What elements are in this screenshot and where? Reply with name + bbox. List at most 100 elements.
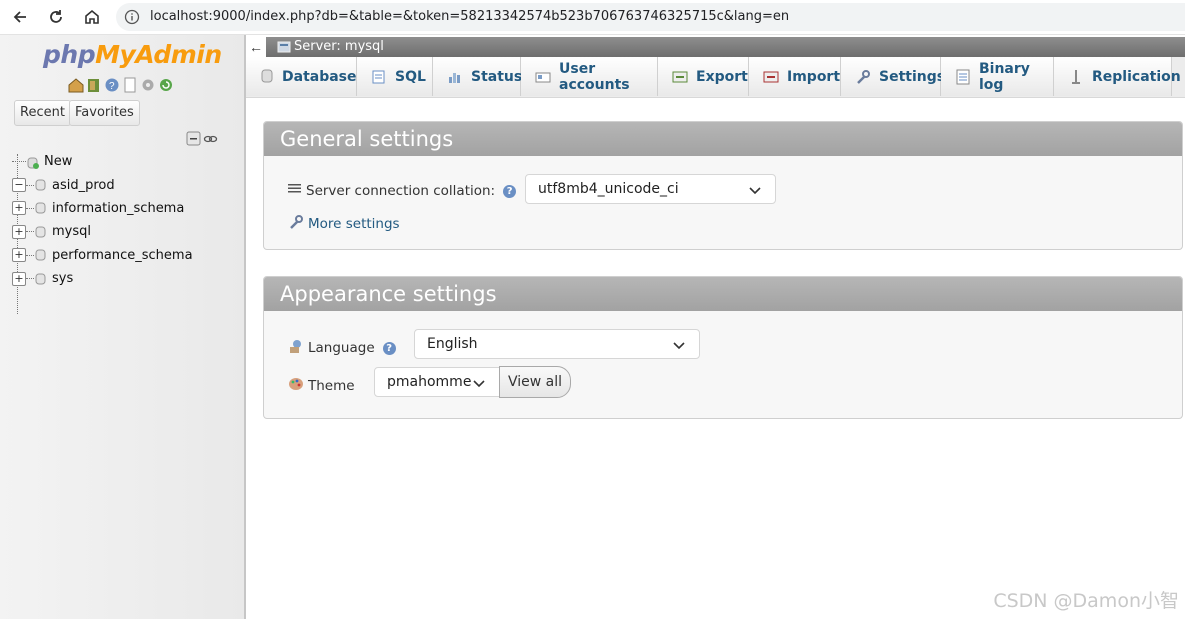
general-settings-panel: General settings Server connection colla… [263, 121, 1183, 250]
tab-label: SQL [395, 68, 426, 85]
theme-label: Theme [308, 378, 355, 394]
breadcrumb-server[interactable]: Server: mysql [294, 39, 384, 54]
tree-connector [26, 231, 34, 233]
tree-connector [26, 254, 34, 256]
binlog-icon [955, 69, 971, 85]
tab-import[interactable]: Import [749, 57, 841, 96]
tree-item-label[interactable]: information_schema [52, 201, 184, 216]
status-icon [447, 69, 463, 85]
tree-item[interactable]: + information_schema [10, 197, 240, 220]
browser-toolbar: localhost:9000/index.php?db=&table=&toke… [0, 0, 1185, 35]
phpmyadmin-logo[interactable]: phpMyAdmin [43, 40, 222, 69]
tree-connector [12, 161, 26, 163]
tab-databases[interactable]: Databases [246, 57, 365, 96]
tree-controls [186, 131, 218, 149]
panel-title: Appearance settings [264, 277, 1182, 311]
tab-label: Databases [282, 68, 365, 85]
chevron-down-icon [749, 187, 761, 195]
new-database-icon [27, 156, 39, 169]
link-icon[interactable] [203, 131, 218, 149]
tree-connector [26, 278, 34, 280]
language-label: Language [308, 340, 375, 356]
theme-row: Theme [288, 376, 355, 396]
recent-button[interactable]: Recent [14, 100, 71, 126]
tree-item-label[interactable]: asid_prod [52, 178, 115, 193]
chevron-down-icon [473, 380, 485, 388]
database-icon [35, 273, 46, 285]
tree-item[interactable]: − asid_prod [10, 173, 240, 196]
expand-icon[interactable]: + [12, 248, 26, 263]
list-icon [288, 183, 301, 199]
tab-replication[interactable]: Replication [1054, 57, 1181, 96]
theme-select[interactable]: pmahomme [374, 367, 500, 397]
tab-label: Status [471, 68, 523, 85]
svg-text:?: ? [109, 81, 115, 92]
reload-icon[interactable] [44, 5, 68, 29]
tree-item-label[interactable]: New [44, 154, 72, 169]
database-icon [35, 249, 46, 261]
tab-label: Binary log [979, 60, 1030, 93]
tab-label: User accounts [559, 60, 630, 93]
breadcrumb: ← Server: mysql [246, 37, 1185, 57]
home-icon[interactable] [80, 5, 104, 29]
logo-part-myadmin: MyAdmin [95, 40, 222, 69]
tree-connector [26, 184, 34, 186]
site-info-icon[interactable] [124, 9, 140, 25]
tab-status[interactable]: Status [433, 57, 523, 96]
wrench-icon [288, 214, 304, 234]
reload-navigation-icon[interactable] [158, 77, 174, 93]
logout-icon[interactable] [86, 77, 102, 93]
logo-part-php: php [43, 40, 96, 69]
collation-value: utf8mb4_unicode_ci [538, 181, 679, 197]
sql-icon [371, 69, 387, 85]
tree-item[interactable]: New [10, 150, 240, 173]
help-icon[interactable]: ? [104, 77, 120, 93]
replication-icon [1068, 69, 1084, 85]
database-icon [260, 69, 274, 85]
expand-icon[interactable]: + [12, 271, 26, 286]
docs-icon[interactable] [122, 77, 138, 93]
collation-select[interactable]: utf8mb4_unicode_ci [525, 174, 776, 204]
wrench-icon [855, 69, 871, 85]
tree-item-label[interactable]: mysql [52, 224, 91, 239]
chevron-down-icon [673, 342, 685, 350]
tree-item-label[interactable]: performance_schema [52, 248, 193, 263]
users-icon [535, 69, 551, 85]
tree-item[interactable]: + mysql [10, 220, 240, 243]
tab-export[interactable]: Export [658, 57, 749, 96]
navigation-panel: phpMyAdmin ? Recent Favorites New − asid_p… [0, 35, 246, 619]
collapse-all-icon[interactable] [186, 131, 201, 149]
language-row: Language ? [288, 338, 396, 358]
tree-item[interactable]: + performance_schema [10, 244, 240, 267]
back-icon[interactable] [8, 5, 32, 29]
home-icon[interactable] [68, 77, 84, 93]
expand-icon[interactable]: + [12, 201, 26, 216]
tree-item[interactable]: + sys [10, 267, 240, 290]
tab-settings[interactable]: Settings [841, 57, 945, 96]
tab-label: Replication [1092, 68, 1181, 85]
help-icon[interactable]: ? [382, 341, 396, 355]
favorites-button[interactable]: Favorites [69, 100, 140, 126]
tab-label: Settings [879, 68, 946, 85]
language-value: English [427, 336, 478, 352]
tree-item-label[interactable]: sys [52, 271, 73, 286]
help-icon[interactable]: ? [503, 184, 517, 198]
database-tree: New − asid_prod + information_schema + mysql + p… [10, 150, 240, 290]
tab-user-accounts[interactable]: User accounts [521, 57, 658, 96]
export-icon [672, 69, 688, 85]
top-menu-tabs: Databases SQL Status User accounts Export Imp… [246, 57, 1185, 98]
view-all-button[interactable]: View all [499, 366, 571, 398]
collapse-nav-icon[interactable]: ← [246, 37, 266, 57]
more-settings-label[interactable]: More settings [308, 216, 400, 232]
tab-label: Import [787, 68, 841, 85]
expand-icon[interactable]: + [12, 224, 26, 239]
more-settings-link[interactable]: More settings [288, 214, 400, 234]
tab-binary-log[interactable]: Binary log [941, 57, 1054, 96]
language-select[interactable]: English [414, 329, 700, 359]
tab-sql[interactable]: SQL [357, 57, 433, 96]
database-icon [35, 202, 46, 214]
address-bar[interactable]: localhost:9000/index.php?db=&table=&toke… [116, 3, 1185, 31]
gear-icon[interactable] [140, 77, 156, 93]
collapse-icon[interactable]: − [12, 178, 26, 193]
server-icon [277, 41, 291, 53]
